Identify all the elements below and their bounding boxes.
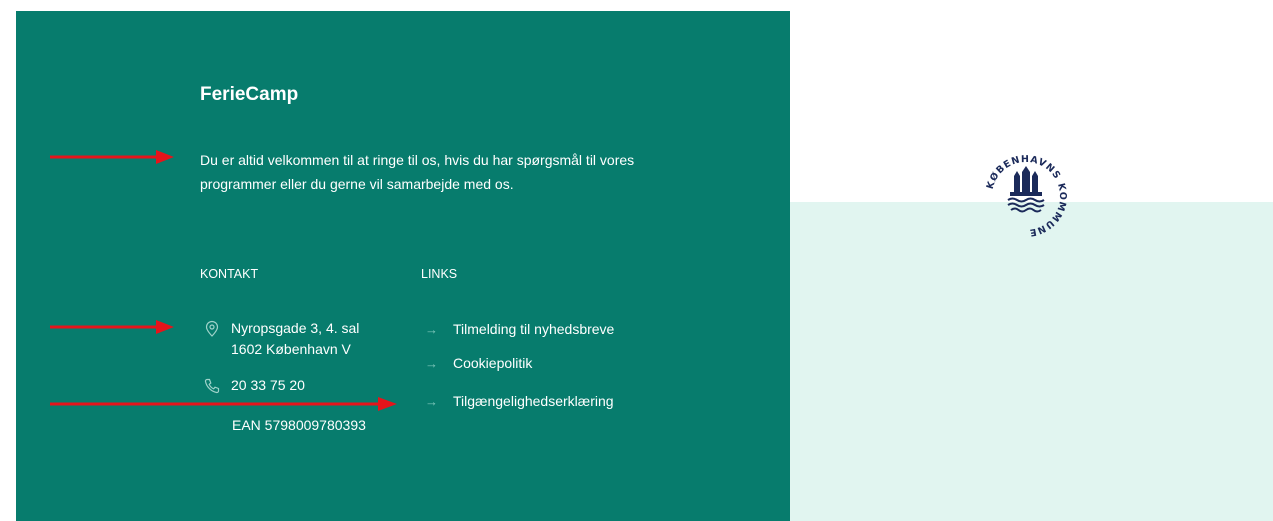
links-heading: LINKS: [421, 267, 458, 281]
side-panel: [790, 202, 1273, 521]
location-pin-icon: [203, 320, 221, 338]
link-label: Tilmelding til nyhedsbreve: [453, 321, 615, 337]
intro-line-2: programmer eller du gerne vil samarbejde…: [200, 176, 514, 192]
phone-number[interactable]: 20 33 75 20: [231, 375, 305, 396]
address: Nyropsgade 3, 4. sal 1602 København V: [231, 318, 359, 360]
arrow-right-icon: →: [425, 393, 438, 409]
annotation-arrow-address: [50, 320, 174, 334]
kobenhavns-kommune-logo: KØBENHAVNS KOMMUNE: [985, 154, 1067, 238]
address-line-2: 1602 København V: [231, 341, 351, 357]
footer-panel: [16, 11, 790, 521]
ean-number: EAN 5798009780393: [232, 417, 366, 433]
phone-icon: [203, 377, 221, 395]
arrow-right-icon: →: [425, 321, 438, 337]
link-accessibility[interactable]: → Tilgængelighedserklæring: [425, 390, 614, 412]
intro-text: Du er altid velkommen til at ringe til o…: [200, 148, 720, 196]
arrow-right-icon: →: [425, 355, 438, 371]
link-cookie-policy[interactable]: → Cookiepolitik: [425, 352, 532, 374]
kontakt-heading: KONTAKT: [200, 267, 259, 281]
annotation-arrow-intro: [50, 150, 174, 164]
link-label: Cookiepolitik: [453, 355, 533, 371]
link-newsletter[interactable]: → Tilmelding til nyhedsbreve: [425, 318, 614, 340]
address-line-1: Nyropsgade 3, 4. sal: [231, 320, 360, 336]
brand-title: FerieCamp: [200, 84, 299, 105]
link-label: Tilgængelighedserklæring: [453, 393, 614, 409]
intro-line-1: Du er altid velkommen til at ringe til o…: [200, 152, 635, 168]
annotation-arrow-accessibility: [50, 397, 397, 411]
